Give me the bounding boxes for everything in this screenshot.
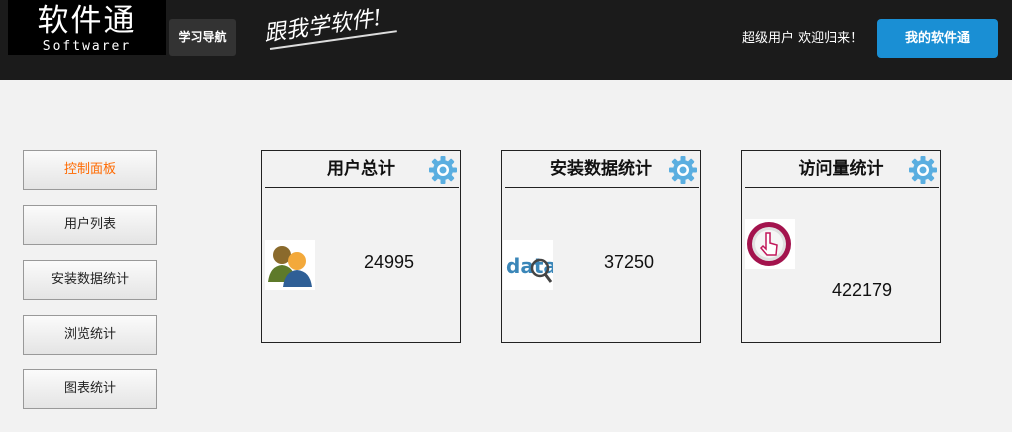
app-logo[interactable]: 软件通 Softwarer — [8, 0, 166, 55]
gear-icon[interactable] — [428, 155, 458, 185]
visit-stats-value: 422179 — [832, 280, 893, 300]
title-divider — [505, 187, 699, 188]
install-stats-value: 37250 — [604, 252, 655, 272]
study-nav-button[interactable]: 学习导航 — [169, 19, 236, 56]
top-header: 软件通 Softwarer 学习导航 跟我学软件! 超级用户 欢迎归来！ 我的软… — [0, 0, 1012, 80]
users-icon — [265, 240, 315, 290]
title-divider — [265, 187, 459, 188]
sidebar-item-chart-stats[interactable]: 图表统计 — [23, 369, 157, 409]
sidebar-item-control-panel[interactable]: 控制面板 — [23, 150, 157, 190]
logo-subtitle: Softwarer — [42, 39, 132, 54]
click-icon — [745, 219, 795, 269]
data-icon: data — [503, 240, 553, 290]
gear-icon[interactable] — [668, 155, 698, 185]
title-divider — [745, 187, 939, 188]
welcome-text: 超级用户 欢迎归来！ — [742, 31, 864, 46]
gear-icon[interactable] — [908, 155, 938, 185]
logo-text: 软件通 — [37, 3, 137, 39]
card-install-stats: 安装数据统计 data 37250 — [501, 150, 701, 343]
card-visit-stats: 访问量统计 422179 — [741, 150, 941, 343]
sidebar-item-user-list[interactable]: 用户列表 — [23, 205, 157, 245]
sidebar-item-browse-stats[interactable]: 浏览统计 — [23, 315, 157, 355]
sidebar-item-install-stats[interactable]: 安装数据统计 — [23, 260, 157, 300]
user-total-value: 24995 — [364, 252, 415, 272]
card-user-total: 用户总计 24995 — [261, 150, 461, 343]
my-software-button[interactable]: 我的软件通 — [877, 19, 998, 58]
